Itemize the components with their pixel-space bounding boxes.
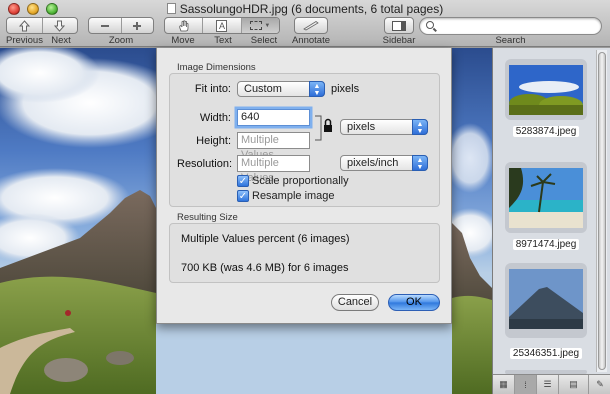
dots-icon: ⁞ [524, 379, 527, 390]
marquee-select-icon [250, 21, 263, 30]
contact-sheet-button[interactable]: ▤ [559, 375, 589, 394]
resolution-unit-select[interactable]: pixels/inch ▲ ▼ [340, 155, 428, 171]
beach-thumbnail [509, 168, 583, 228]
down-arrow-icon [54, 20, 66, 32]
cancel-button[interactable]: Cancel [331, 294, 379, 311]
window-title: SassolungoHDR.jpg (6 documents, 6 total … [0, 2, 610, 16]
previous-button[interactable] [7, 18, 43, 33]
volcano-thumbnail [509, 269, 583, 329]
checkmark-icon: ✓ [237, 175, 249, 187]
select-label: Select [250, 35, 278, 46]
image-dimensions-heading: Image Dimensions [177, 62, 256, 73]
prev-next-control [6, 17, 78, 34]
pen-icon: ✎ [596, 379, 604, 389]
sidebar-icon [392, 20, 406, 31]
thumbnail-caption: 5283874.jpeg [493, 126, 599, 137]
resulting-size-heading: Resulting Size [177, 212, 238, 223]
tool-mode-control: A ▼ [164, 17, 280, 34]
height-label: Height: [196, 135, 231, 147]
thumbnail-caption: 8971474.jpeg [493, 239, 599, 250]
plus-icon [133, 21, 142, 30]
annotate-label: Annotate [291, 35, 331, 46]
updown-arrows-icon: ▲ ▼ [309, 81, 325, 97]
result-percent-text: Multiple Values percent (6 images) [181, 233, 350, 245]
text-cursor-icon: A [216, 19, 228, 32]
text-label: Text [214, 35, 232, 46]
thumbnail-item[interactable] [505, 59, 587, 120]
annotate-sidebar-button[interactable]: ✎ [589, 375, 610, 394]
lock-icon[interactable] [313, 110, 335, 146]
sidebar-toggle-inner[interactable] [385, 18, 413, 33]
toolbar: SassolungoHDR.jpg (6 documents, 6 total … [0, 0, 610, 47]
next-button[interactable] [43, 18, 78, 33]
list-icon: ☰ [543, 379, 552, 389]
minus-icon [100, 24, 109, 27]
thumbnail-image [509, 168, 583, 228]
zoom-label: Zoom [108, 35, 134, 46]
select-tool-button[interactable]: ▼ [241, 18, 279, 33]
fit-into-label: Fit into: [194, 83, 231, 95]
resample-image-checkbox[interactable]: ✓ Resample image [237, 190, 335, 202]
annotate-button-inner[interactable] [295, 18, 327, 33]
width-label: Width: [199, 112, 231, 124]
thumbnail-image [509, 269, 583, 329]
updown-arrows-icon: ▲ ▼ [412, 119, 428, 135]
adjust-size-sheet: Image Dimensions Fit into: Custom ▲ ▼ pix… [156, 48, 452, 324]
size-unit-select[interactable]: pixels ▲ ▼ [340, 119, 428, 135]
scrollbar-thumb[interactable] [598, 52, 606, 370]
text-tool-button[interactable]: A [203, 18, 242, 33]
thumbnail-caption: 25346351.jpeg [493, 348, 599, 359]
search-icon [426, 21, 434, 29]
zoom-control [88, 17, 154, 34]
sidebar-label: Sidebar [382, 35, 416, 46]
up-arrow-icon [18, 19, 30, 31]
fit-into-unit: pixels [331, 83, 360, 95]
grid-view-button[interactable]: ▦ [493, 375, 515, 394]
green-hills-thumbnail [509, 65, 583, 115]
resolution-label: Resolution: [177, 158, 233, 170]
pencil-icon [303, 20, 319, 30]
annotate-button[interactable] [294, 17, 328, 34]
width-field[interactable]: 640 [237, 109, 310, 126]
sidebar-view-controls: ▦ ⁞ ☰ ▤ ✎ [493, 374, 610, 394]
move-tool-button[interactable] [165, 18, 204, 33]
tiles-icon: ▤ [569, 379, 578, 389]
move-label: Move [171, 35, 195, 46]
previous-label: Previous [6, 35, 43, 46]
ok-button[interactable]: OK [388, 294, 440, 311]
zoom-out-button[interactable] [89, 18, 122, 33]
grid-icon: ▦ [499, 379, 508, 389]
search-input[interactable] [419, 17, 602, 35]
updown-arrows-icon: ▲ ▼ [412, 155, 428, 171]
resolution-field[interactable]: Multiple Values [237, 155, 310, 184]
height-field[interactable]: Multiple Values [237, 132, 310, 161]
sidebar-scrollbar[interactable] [596, 50, 607, 372]
checkmark-icon: ✓ [237, 190, 249, 202]
thumbnail-item[interactable] [505, 162, 587, 233]
scale-proportionally-checkbox[interactable]: ✓ Scale proportionally [237, 175, 349, 187]
document-icon [166, 3, 176, 14]
thumbnail-sidebar: 5283874.jpeg 8971474.jpeg 25346351.jpeg [492, 48, 610, 394]
thumbnail-view-button[interactable]: ⁞ [515, 375, 537, 394]
fit-into-select[interactable]: Custom ▲ ▼ [237, 81, 325, 97]
list-view-button[interactable]: ☰ [537, 375, 559, 394]
sidebar-toggle-button[interactable] [384, 17, 414, 34]
hand-icon [178, 19, 189, 31]
result-size-text: 700 KB (was 4.6 MB) for 6 images [181, 262, 349, 274]
next-label: Next [51, 35, 71, 46]
resulting-size-group [169, 223, 440, 283]
thumbnail-image [509, 65, 583, 115]
zoom-in-button[interactable] [122, 18, 154, 33]
thumbnail-item[interactable] [505, 263, 587, 338]
search-label: Search [495, 35, 526, 46]
chevron-down-icon: ▼ [264, 22, 271, 29]
